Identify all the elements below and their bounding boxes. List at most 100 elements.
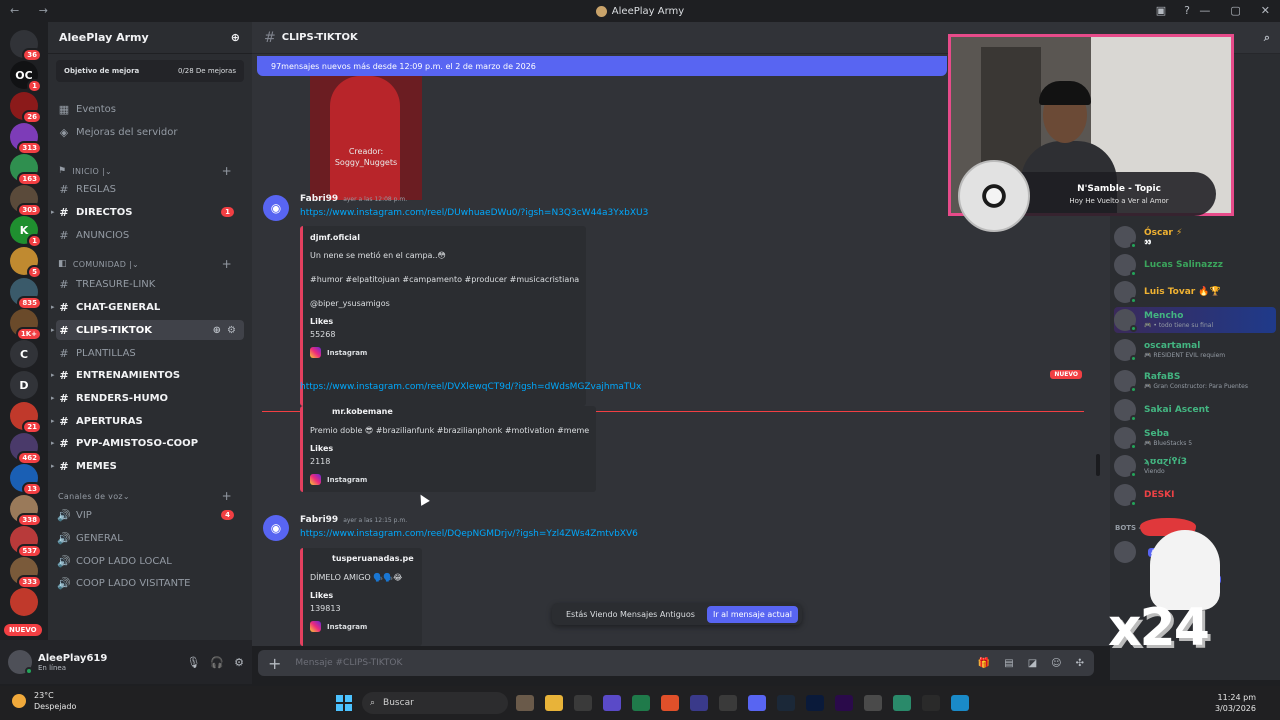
- invite-icon[interactable]: ⊕: [213, 325, 221, 336]
- excel-icon[interactable]: [632, 695, 650, 711]
- sidebar-item[interactable]: 🔊 VIP 4: [56, 505, 244, 525]
- add-attachment-icon[interactable]: +: [268, 654, 281, 673]
- jump-to-present-button[interactable]: Ir al mensaje actual: [706, 605, 798, 623]
- sidebar-item[interactable]: 🔊 COOP LADO LOCAL: [56, 551, 244, 571]
- server-icon[interactable]: 835: [10, 278, 42, 310]
- message-link[interactable]: https://www.instagram.com/reel/DVXlewqCT…: [300, 382, 641, 392]
- boost-goal[interactable]: Objetivo de mejora 0/28 De mejoras: [56, 60, 244, 82]
- server-icon[interactable]: 1K+: [10, 309, 42, 341]
- server-header[interactable]: AleePlay Army ⊕: [48, 22, 252, 54]
- sidebar-item[interactable]: # MEMES ▸: [51, 456, 244, 476]
- gift-icon[interactable]: 🎁: [978, 658, 990, 669]
- server-icon[interactable]: 36: [10, 30, 42, 62]
- invite-icon[interactable]: ⊕: [231, 31, 240, 44]
- embed-author[interactable]: djmf.oficial: [310, 233, 360, 242]
- server-icon[interactable]: 26: [10, 92, 42, 124]
- server-icon[interactable]: 338: [10, 495, 42, 527]
- server-icon[interactable]: 5: [10, 247, 42, 279]
- sidebar-item[interactable]: ◈ Mejoras del servidor: [56, 122, 244, 142]
- vs-icon[interactable]: [603, 695, 621, 711]
- server-icon[interactable]: 333: [10, 557, 42, 589]
- calculator-icon[interactable]: [719, 695, 737, 711]
- channel-category[interactable]: ⚑ INICIO | ⌄ +: [58, 163, 242, 179]
- server-icon[interactable]: 163: [10, 154, 42, 186]
- sidebar-item[interactable]: # PVP-AMISTOSO-COOP ▸: [51, 433, 244, 453]
- message-author[interactable]: Fabri99 ayer a las 12:08 p.m.: [300, 194, 407, 204]
- system-clock[interactable]: 11:24 pm 3/03/2026: [1215, 692, 1256, 714]
- sidebar-item[interactable]: # CHAT-GENERAL ▸: [51, 297, 244, 317]
- bg-icon[interactable]: [516, 695, 534, 711]
- add-channel-icon[interactable]: +: [222, 489, 232, 503]
- member-row[interactable]: Óscar ⚡ 👀: [1114, 224, 1276, 250]
- server-icon[interactable]: 462: [10, 433, 42, 465]
- embed-author[interactable]: tusperuanadas.pe: [332, 554, 414, 563]
- sidebar-item[interactable]: # TREASURE-LINK: [56, 274, 244, 294]
- author-name[interactable]: Fabri99: [300, 194, 338, 204]
- member-row[interactable]: ϡʊɑɀí߉í3 Viendo: [1114, 453, 1276, 479]
- avatar[interactable]: ◉: [263, 515, 289, 541]
- add-channel-icon[interactable]: +: [222, 257, 232, 271]
- scrollbar-thumb[interactable]: [1096, 454, 1100, 476]
- member-row[interactable]: Sakai Ascent: [1114, 397, 1276, 423]
- sticker-icon[interactable]: ◪: [1028, 658, 1037, 669]
- server-icon[interactable]: K1: [10, 216, 42, 248]
- microphone-icon[interactable]: 🎙: [186, 656, 200, 669]
- settings-icon[interactable]: [864, 695, 882, 711]
- new-servers-pill[interactable]: NUEVO: [4, 624, 42, 636]
- notes-icon[interactable]: [893, 695, 911, 711]
- member-row[interactable]: Seba 🎮 BlueStacks 5: [1114, 425, 1276, 451]
- edge-icon[interactable]: [951, 695, 969, 711]
- avatar[interactable]: ◉: [263, 195, 289, 221]
- new-messages-bar[interactable]: 97mensajes nuevos más desde 12:09 p.m. e…: [257, 56, 947, 76]
- brave-icon[interactable]: [661, 695, 679, 711]
- avatar[interactable]: [8, 650, 33, 675]
- channel-category[interactable]: ◧ COMUNIDAD | ⌄ +: [58, 256, 242, 272]
- sidebar-item[interactable]: 🔊 COOP LADO VISITANTE: [56, 573, 244, 593]
- maximize-button[interactable]: ▢: [1230, 4, 1240, 17]
- sidebar-item[interactable]: # PLANTILLAS: [56, 343, 244, 363]
- discord-icon[interactable]: [748, 695, 766, 711]
- apps-icon[interactable]: ✣: [1076, 658, 1084, 669]
- member-row[interactable]: Luis Tovar 🔥🏆: [1114, 279, 1276, 305]
- sidebar-item[interactable]: # REGLAS: [56, 179, 244, 199]
- close-button[interactable]: ✕: [1261, 4, 1270, 17]
- nav-arrows[interactable]: ← →: [10, 4, 56, 17]
- gif-icon[interactable]: ▤: [1004, 658, 1013, 669]
- message-composer[interactable]: + Mensaje #CLIPS-TIKTOK 🎁 ▤ ◪ ☺ ✣: [258, 650, 1094, 676]
- settings-gear-icon[interactable]: ⚙: [227, 325, 236, 336]
- message-author[interactable]: Fabri99 ayer a las 12:15 p.m.: [300, 515, 407, 525]
- photoshop-icon[interactable]: [806, 695, 824, 711]
- taskbar-search[interactable]: ⌕ Buscar: [362, 692, 508, 714]
- sidebar-item[interactable]: # APERTURAS ▸: [51, 411, 244, 431]
- server-icon[interactable]: 21: [10, 402, 42, 434]
- channel-category[interactable]: Canales de voz ⌄ +: [58, 488, 242, 504]
- message-input-placeholder[interactable]: Mensaje #CLIPS-TIKTOK: [295, 658, 402, 668]
- server-icon[interactable]: 13: [10, 464, 42, 496]
- server-icon[interactable]: OC 1: [10, 61, 42, 93]
- message-link[interactable]: https://www.instagram.com/reel/DQepNGMDr…: [300, 529, 638, 539]
- inbox-icon[interactable]: ▣: [1156, 4, 1166, 17]
- search-icon[interactable]: ⌕: [1264, 31, 1270, 45]
- premiere-icon[interactable]: [835, 695, 853, 711]
- embed-author[interactable]: mr.kobemane: [332, 407, 393, 416]
- sidebar-item[interactable]: # ANUNCIOS: [56, 225, 244, 245]
- emoji-icon[interactable]: ☺: [1051, 658, 1061, 669]
- media-icon[interactable]: [690, 695, 708, 711]
- sidebar-item[interactable]: 🔊 GENERAL: [56, 528, 244, 548]
- member-row[interactable]: RafaBS 🎮 Gran Constructor: Para Puentes: [1114, 368, 1276, 394]
- add-channel-icon[interactable]: +: [222, 164, 232, 178]
- chrome-icon[interactable]: [574, 695, 592, 711]
- weather-widget[interactable]: 23°C Despejado: [12, 690, 76, 712]
- steam-icon[interactable]: [777, 695, 795, 711]
- settings-gear-icon[interactable]: ⚙: [234, 656, 244, 669]
- start-button-icon[interactable]: [336, 695, 352, 711]
- message-link[interactable]: https://www.instagram.com/reel/DUwhuaeDW…: [300, 208, 648, 218]
- member-row[interactable]: Lucas Salinazzz: [1114, 252, 1276, 278]
- sidebar-item[interactable]: # DIRECTOS ▸ 1: [51, 202, 244, 222]
- server-icon[interactable]: 313: [10, 123, 42, 155]
- obs-icon[interactable]: [922, 695, 940, 711]
- embed-image[interactable]: Creador: Soggy_Nuggets: [310, 76, 422, 200]
- help-icon[interactable]: ?: [1184, 4, 1190, 17]
- server-icon[interactable]: 537: [10, 526, 42, 558]
- member-row[interactable]: Mencho 🎮 • todo tiene su final: [1114, 307, 1276, 333]
